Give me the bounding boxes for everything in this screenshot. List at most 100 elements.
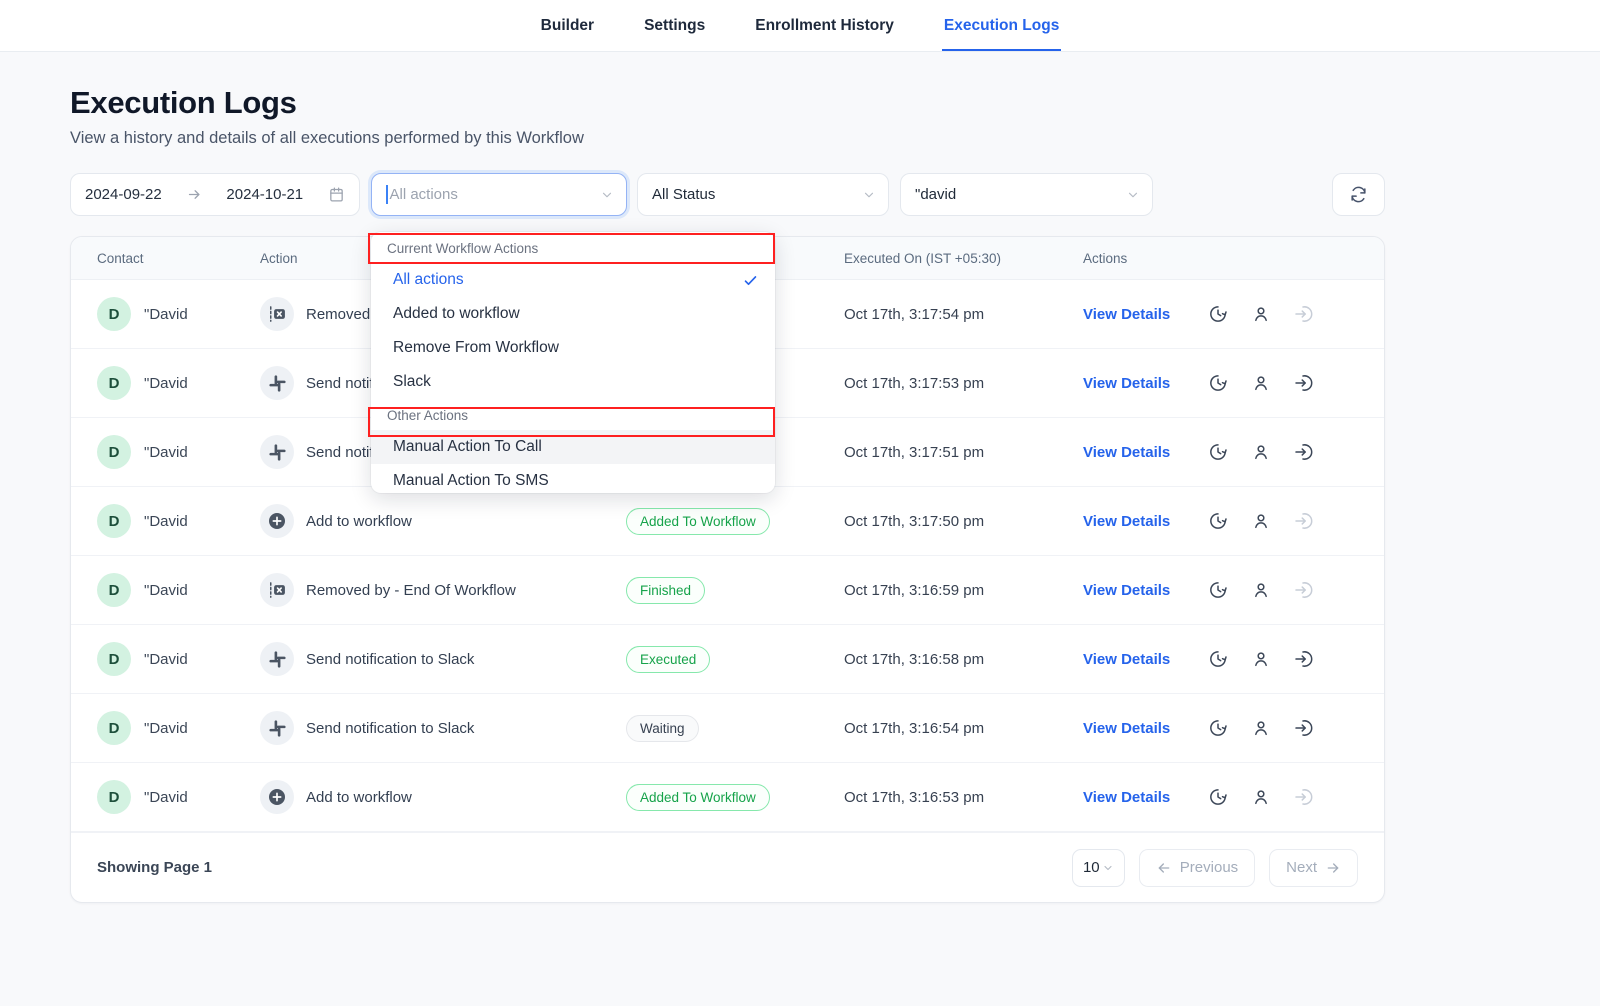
view-details-link[interactable]: View Details xyxy=(1083,789,1170,806)
avatar: D xyxy=(97,642,131,676)
action-filter-select[interactable]: All actions xyxy=(371,173,627,216)
status-badge: Finished xyxy=(626,577,705,604)
view-details-link[interactable]: View Details xyxy=(1083,651,1170,668)
view-details-link[interactable]: View Details xyxy=(1083,306,1170,323)
history-icon[interactable] xyxy=(1208,511,1228,531)
enter-workflow-icon[interactable] xyxy=(1294,304,1314,324)
dropdown-item-slack[interactable]: Slack xyxy=(371,365,775,399)
person-icon[interactable] xyxy=(1251,442,1271,462)
refresh-button[interactable] xyxy=(1332,173,1385,216)
person-icon[interactable] xyxy=(1251,649,1271,669)
action-filter-placeholder: All actions xyxy=(390,186,458,203)
dropdown-item-manual-action-to-sms[interactable]: Manual Action To SMS xyxy=(371,464,775,493)
col-contact: Contact xyxy=(97,251,260,266)
tab-enrollment-history[interactable]: Enrollment History xyxy=(753,0,896,51)
status-filter-select[interactable]: All Status xyxy=(637,173,889,216)
dropdown-group-label: Current Workflow Actions xyxy=(371,232,775,263)
chevron-down-icon xyxy=(862,188,876,202)
status-badge: Executed xyxy=(626,646,710,673)
enter-workflow-icon[interactable] xyxy=(1294,649,1314,669)
tab-builder[interactable]: Builder xyxy=(539,0,596,51)
status-filter-value: All Status xyxy=(652,186,715,203)
avatar: D xyxy=(97,780,131,814)
action-filter-dropdown: Current Workflow ActionsAll actionsAdded… xyxy=(371,232,775,493)
contact-name: "David xyxy=(144,444,188,461)
avatar: D xyxy=(97,297,131,331)
date-from[interactable]: 2024-09-22 xyxy=(85,186,162,203)
enter-workflow-icon[interactable] xyxy=(1294,580,1314,600)
dropdown-item-manual-action-to-call[interactable]: Manual Action To Call xyxy=(371,430,775,464)
date-range-picker[interactable]: 2024-09-22 2024-10-21 xyxy=(70,173,360,216)
action-label: Removed by - End Of Workflow xyxy=(306,582,516,599)
person-icon[interactable] xyxy=(1251,304,1271,324)
arrow-right-icon xyxy=(187,187,202,202)
view-details-link[interactable]: View Details xyxy=(1083,444,1170,461)
view-details-link[interactable]: View Details xyxy=(1083,582,1170,599)
executed-on-value: Oct 17th, 3:17:53 pm xyxy=(844,375,1083,392)
action-label: Send notification to Slack xyxy=(306,720,474,737)
person-icon[interactable] xyxy=(1251,511,1271,531)
person-icon[interactable] xyxy=(1251,718,1271,738)
person-icon[interactable] xyxy=(1251,373,1271,393)
status-badge: Added To Workflow xyxy=(626,784,770,811)
history-icon[interactable] xyxy=(1208,442,1228,462)
enter-workflow-icon[interactable] xyxy=(1294,511,1314,531)
page-size-select[interactable]: 10 xyxy=(1072,849,1125,887)
slack-icon xyxy=(260,642,294,676)
table-row: D "David Send notification to Slack Wait… xyxy=(71,694,1384,763)
removed-action-icon xyxy=(260,573,294,607)
enter-workflow-icon[interactable] xyxy=(1294,442,1314,462)
person-icon[interactable] xyxy=(1251,787,1271,807)
nav-tabs: Builder Settings Enrollment History Executi… xyxy=(539,0,1062,51)
arrow-right-icon xyxy=(1325,860,1341,876)
add-to-workflow-icon xyxy=(260,780,294,814)
tab-settings[interactable]: Settings xyxy=(642,0,707,51)
page-size-value: 10 xyxy=(1083,859,1100,876)
contact-name: "David xyxy=(144,651,188,668)
contact-filter-select[interactable]: "david xyxy=(900,173,1153,216)
table-footer: Showing Page 1 10 Previous Next xyxy=(71,832,1384,902)
tab-execution-logs[interactable]: Execution Logs xyxy=(942,0,1061,51)
contact-name: "David xyxy=(144,789,188,806)
avatar: D xyxy=(97,573,131,607)
executed-on-value: Oct 17th, 3:16:54 pm xyxy=(844,720,1083,737)
dropdown-item-all-actions[interactable]: All actions xyxy=(371,263,775,297)
add-to-workflow-icon xyxy=(260,504,294,538)
status-badge: Added To Workflow xyxy=(626,508,770,535)
enter-workflow-icon[interactable] xyxy=(1294,373,1314,393)
date-to[interactable]: 2024-10-21 xyxy=(226,186,303,203)
slack-icon xyxy=(260,366,294,400)
history-icon[interactable] xyxy=(1208,718,1228,738)
slack-icon xyxy=(260,435,294,469)
person-icon[interactable] xyxy=(1251,580,1271,600)
view-details-link[interactable]: View Details xyxy=(1083,513,1170,530)
next-page-button[interactable]: Next xyxy=(1269,849,1358,887)
dropdown-item-label: Slack xyxy=(393,373,431,391)
enter-workflow-icon[interactable] xyxy=(1294,787,1314,807)
top-nav: Builder Settings Enrollment History Executi… xyxy=(0,0,1600,52)
slack-icon xyxy=(260,711,294,745)
view-details-link[interactable]: View Details xyxy=(1083,375,1170,392)
avatar: D xyxy=(97,711,131,745)
dropdown-item-added-to-workflow[interactable]: Added to workflow xyxy=(371,297,775,331)
arrow-left-icon xyxy=(1156,860,1172,876)
history-icon[interactable] xyxy=(1208,649,1228,669)
page-title: Execution Logs xyxy=(70,52,1385,121)
enter-workflow-icon[interactable] xyxy=(1294,718,1314,738)
check-icon xyxy=(742,272,759,289)
refresh-icon xyxy=(1349,185,1368,204)
calendar-icon xyxy=(328,186,345,203)
history-icon[interactable] xyxy=(1208,304,1228,324)
history-icon[interactable] xyxy=(1208,580,1228,600)
chevron-down-icon xyxy=(1102,862,1114,874)
action-label: Add to workflow xyxy=(306,789,412,806)
status-badge: Waiting xyxy=(626,715,699,742)
dropdown-item-remove-from-workflow[interactable]: Remove From Workflow xyxy=(371,331,775,365)
view-details-link[interactable]: View Details xyxy=(1083,720,1170,737)
previous-page-button[interactable]: Previous xyxy=(1139,849,1255,887)
executed-on-value: Oct 17th, 3:17:51 pm xyxy=(844,444,1083,461)
avatar: D xyxy=(97,435,131,469)
history-icon[interactable] xyxy=(1208,787,1228,807)
history-icon[interactable] xyxy=(1208,373,1228,393)
col-executed-on: Executed On (IST +05:30) xyxy=(844,251,1083,266)
